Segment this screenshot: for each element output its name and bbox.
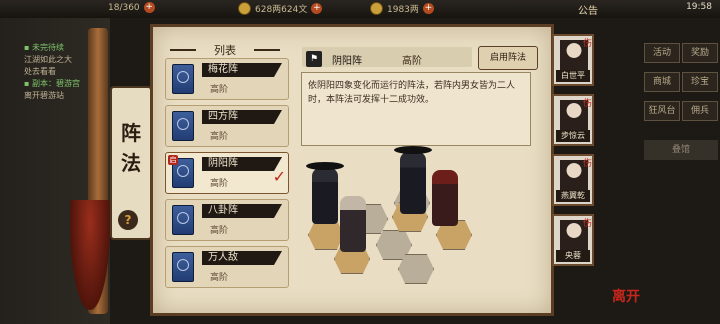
book-icon <box>172 205 194 235</box>
detail-level: 高阶 <box>402 56 422 67</box>
formation-tile <box>308 220 344 250</box>
formation-level: 高阶 <box>210 226 229 236</box>
character-figure <box>432 170 458 226</box>
formation-arena <box>300 146 500 296</box>
gold-stat: 1983两 + <box>370 2 434 15</box>
detail-name: 阴阳阵 <box>332 56 362 67</box>
character-figure <box>340 196 366 252</box>
quest-line-4: ▪ 副本：碧游宫 <box>24 79 80 88</box>
mercenary-button[interactable]: 佣兵 <box>682 101 718 121</box>
hero-name: 央蓉 <box>556 250 590 262</box>
top-bar: 18/360 + 628两624文 + 1983两 + 公告 19:58 <box>0 0 720 18</box>
help-button[interactable]: ? <box>118 210 138 230</box>
formation-item[interactable]: 梅花阵 高阶 <box>165 58 289 100</box>
formation-description: 依阴阳四象变化而运行的阵法，若阵内男女皆为二人时，本阵法可发挥十二成功效。 <box>301 72 531 146</box>
formation-name: 八卦阵 <box>202 204 282 218</box>
quest-line-3: 处去看看 <box>24 67 56 76</box>
gold-value: 1983两 <box>387 5 419 15</box>
party-column: 伤 白世平 伤 步惊云 伤 燕翼乾 伤 央蓉 <box>552 34 596 274</box>
right-menu: 活动 奖励 商城 珍宝 狂风台 佣兵 <box>644 40 720 127</box>
hero-name: 白世平 <box>556 70 590 82</box>
detail-header: ⚑ 阴阳阵 高阶 启用阵法 <box>302 45 538 70</box>
right-panel-label[interactable]: 叠馆 <box>644 140 718 160</box>
character-figure <box>394 146 432 214</box>
hero-name: 燕翼乾 <box>556 190 590 202</box>
arena-button[interactable]: 狂风台 <box>644 101 680 121</box>
hero-status-mark: 伤 <box>582 39 592 49</box>
silver-value: 628两624文 <box>255 5 308 15</box>
formation-item-selected[interactable]: 启 阴阳阵 高阶 ✓ <box>165 152 289 194</box>
book-icon <box>172 252 194 282</box>
checkmark-icon: ✓ <box>272 167 286 186</box>
formation-level: 高阶 <box>210 85 229 95</box>
active-tag: 启 <box>168 155 178 165</box>
formation-item[interactable]: 八卦阵 高阶 <box>165 199 289 241</box>
formation-list: 梅花阵 高阶 四方阵 高阶 启 阴阳阵 高阶 ✓ 八卦阵 高阶 万人敌 高阶 <box>165 58 289 293</box>
tassel-decoration <box>70 200 110 310</box>
enable-formation-button[interactable]: 启用阵法 <box>478 46 538 70</box>
add-stamina-button[interactable]: + <box>143 2 155 13</box>
silver-stat: 628两624文 + <box>238 2 323 15</box>
add-gold-button[interactable]: + <box>422 3 434 14</box>
quest-line-1: ▪ 未完待续 <box>24 43 64 52</box>
stamina-stat: 18/360 + <box>108 2 155 13</box>
formation-name: 梅花阵 <box>202 63 282 77</box>
quest-line-5: 离开碧游站 <box>24 91 64 100</box>
list-header: 列表 <box>170 42 280 57</box>
hero-portrait[interactable]: 伤 步惊云 <box>552 94 594 146</box>
reward-button[interactable]: 奖励 <box>682 43 718 63</box>
hero-portrait[interactable]: 伤 白世平 <box>552 34 594 86</box>
formation-item[interactable]: 万人敌 高阶 <box>165 246 289 288</box>
clock: 19:58 <box>686 2 712 12</box>
hero-status-mark: 伤 <box>582 219 592 229</box>
hero-portrait[interactable]: 伤 燕翼乾 <box>552 154 594 206</box>
add-silver-button[interactable]: + <box>311 3 323 14</box>
treasure-button[interactable]: 珍宝 <box>682 72 718 92</box>
quest-tracker[interactable]: ▪ 未完待续 江湖如此之大 处去看看 ▪ 副本：碧游宫 离开碧游站 <box>24 42 80 102</box>
activity-button[interactable]: 活动 <box>644 43 680 63</box>
leave-button[interactable]: 离开 <box>612 286 640 306</box>
shop-button[interactable]: 商城 <box>644 72 680 92</box>
formation-item[interactable]: 四方阵 高阶 <box>165 105 289 147</box>
stamina-value: 18/360 <box>108 2 140 13</box>
detail-title-bar: ⚑ 阴阳阵 高阶 <box>302 47 472 67</box>
character-figure <box>306 162 344 224</box>
gold-ingot-icon <box>370 2 383 15</box>
formation-level: 高阶 <box>210 179 229 189</box>
formation-name: 阴阳阵 <box>202 157 282 171</box>
notice-button[interactable]: 公告 <box>578 2 598 17</box>
book-icon <box>172 64 194 94</box>
formation-flag-icon: ⚑ <box>306 51 322 67</box>
page-title: 阵法 <box>121 121 141 175</box>
hero-status-mark: 伤 <box>582 159 592 169</box>
book-icon <box>172 111 194 141</box>
formation-name: 四方阵 <box>202 110 282 124</box>
formation-tile <box>398 254 434 284</box>
hero-name: 步惊云 <box>556 130 590 142</box>
hero-status-mark: 伤 <box>582 99 592 109</box>
silver-coin-icon <box>238 2 251 15</box>
hero-portrait[interactable]: 伤 央蓉 <box>552 214 594 266</box>
formation-level: 高阶 <box>210 273 229 283</box>
quest-line-2: 江湖如此之大 <box>24 55 72 64</box>
formation-level: 高阶 <box>210 132 229 142</box>
formation-name: 万人敌 <box>202 251 282 265</box>
